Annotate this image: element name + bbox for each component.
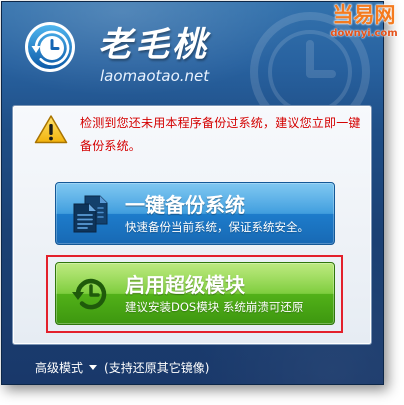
chevron-down-icon[interactable] xyxy=(89,365,98,370)
warning-message-line: 备份系统。 xyxy=(80,139,142,153)
warning-icon xyxy=(34,114,68,145)
main-panel: 检测到您还未用本程序备份过系统，建议您立即一键 备份系统。 一键备份系统 快速备… xyxy=(12,105,372,345)
button-title: 启用超级模块 xyxy=(125,273,245,297)
watermark-site-domain: downyi.com xyxy=(330,28,398,39)
enable-super-module-button[interactable]: 启用超级模块 建议安装DOS模块 系统崩溃可还原 xyxy=(55,262,335,325)
button-subtitle: 建议安装DOS模块 系统崩溃可还原 xyxy=(125,300,304,314)
window-header[interactable]: 老毛桃 laomaotao.net xyxy=(2,2,383,132)
button-subtitle: 快速备份当前系统，保证系统安全。 xyxy=(125,220,309,234)
one-key-backup-button[interactable]: 一键备份系统 快速备份当前系统，保证系统安全。 xyxy=(55,182,335,245)
warning-message: 检测到您还未用本程序备份过系统，建议您立即一键 备份系统。 xyxy=(80,112,361,158)
advanced-mode-note: (支持还原其它镜像) xyxy=(104,361,210,375)
app-window: 老毛桃 laomaotao.net 检测到您还未用本程序备份过系统，建议您立即一… xyxy=(1,1,384,385)
site-watermark: 当易网 downyi.com xyxy=(330,3,398,40)
footer-bar: 高级模式 (支持还原其它镜像) xyxy=(35,360,209,376)
brand-domain: laomaotao.net xyxy=(100,67,210,85)
document-copy-icon xyxy=(70,194,110,234)
advanced-mode-label: 高级模式 xyxy=(35,361,84,375)
brand-name: 老毛桃 xyxy=(98,25,209,65)
button-title: 一键备份系统 xyxy=(125,193,245,217)
advanced-mode-toggle[interactable]: 高级模式 xyxy=(35,361,104,375)
clock-logo-icon xyxy=(24,21,76,73)
warning-message-line: 检测到您还未用本程序备份过系统，建议您立即一键 xyxy=(80,116,361,130)
watermark-site-name: 当易网 xyxy=(332,3,396,27)
restore-clock-icon xyxy=(70,274,110,314)
